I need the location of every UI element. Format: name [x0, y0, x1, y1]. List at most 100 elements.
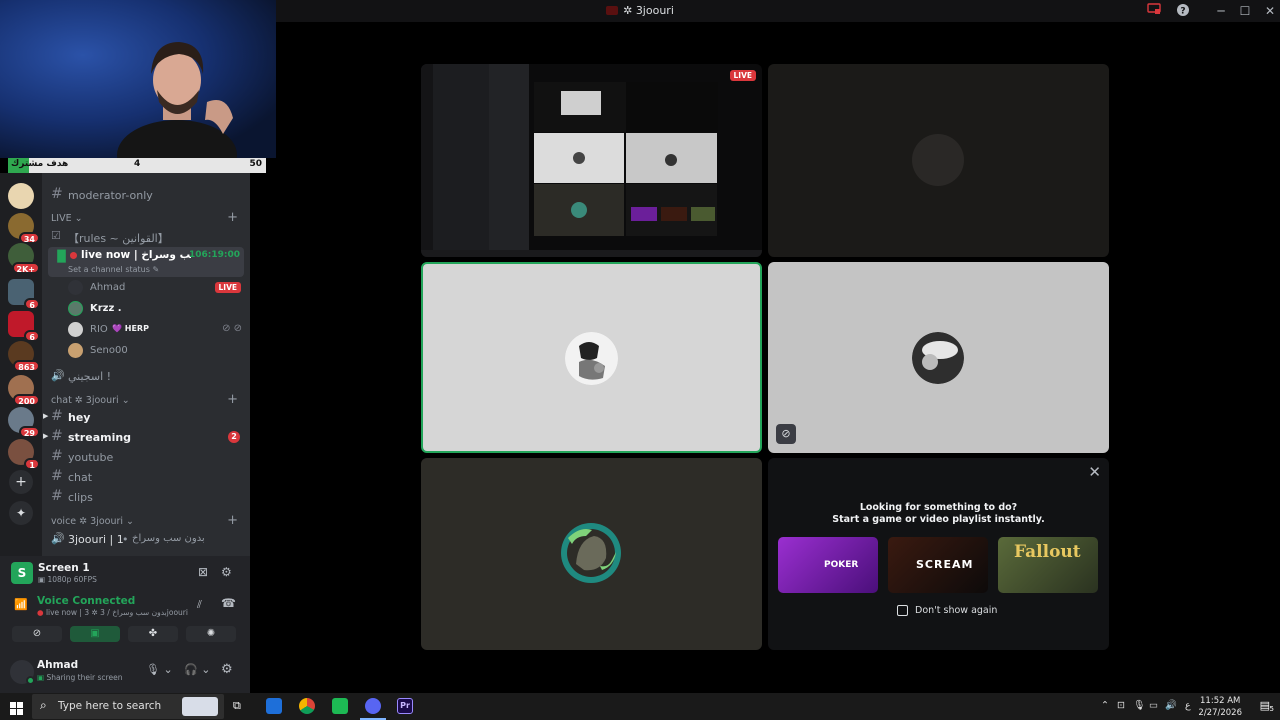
server-icon[interactable]: 2K+ [8, 243, 40, 274]
search-highlight-image [182, 697, 218, 716]
channel-label: chat [68, 471, 93, 484]
add-channel-icon[interactable]: + [227, 513, 238, 528]
server-icon[interactable]: 34 [8, 213, 40, 244]
screen-share-icon[interactable] [1146, 3, 1162, 19]
camera-button[interactable]: ⊘ [12, 626, 62, 642]
sub-goal-current: 4 [134, 159, 141, 169]
chrome-icon[interactable] [299, 698, 315, 714]
channel-sidebar: # moderator-only LIVE ⌄ + ☑ 【rules ~ الق… [42, 173, 250, 556]
stream-tile[interactable]: LIVE [421, 64, 762, 257]
activity-card-poker[interactable]: POKER [778, 537, 878, 593]
participant-tile[interactable] [421, 458, 762, 650]
participant-tile[interactable]: ⊘ [768, 262, 1109, 453]
hash-icon: # [51, 448, 63, 464]
voice-channel-3joouri[interactable]: 🔊 3joouri | 1 • بدون سب وسراخ [42, 529, 250, 549]
channel-chat[interactable]: # chat [42, 467, 250, 487]
taskbar: ⌕ Type here to search ⧉ Pr ⌃ ⊡ 🎙 ▭ 🔊 ع 1… [0, 693, 1280, 720]
voice-channel-live[interactable]: ▐▌ live now | بدون سب وسراخ 106:19:00 Se… [48, 247, 244, 277]
channel-hey[interactable]: ▶ # hey [42, 407, 250, 427]
voice-channel-stub[interactable]: 🔊 اسجيني ! [42, 366, 250, 386]
share-screen-button[interactable]: ▣ [70, 626, 120, 642]
add-channel-icon[interactable]: + [227, 210, 238, 225]
tray-expand-icon[interactable]: ⌃ [1101, 700, 1109, 711]
activity-suggestions: ✕ Looking for something to do? Start a g… [768, 458, 1109, 650]
server-icon[interactable]: 200 [8, 375, 40, 406]
voice-user[interactable]: Seno00 [68, 341, 244, 361]
voice-user[interactable]: RIO 💜 HERP ⊘ ⊘ [68, 320, 244, 340]
activity-question: Looking for something to do? [859, 502, 1018, 513]
file-explorer-icon[interactable] [266, 698, 282, 714]
microphone-icon[interactable]: 🎙 ⌄ [146, 663, 173, 676]
participant-avatar [565, 332, 618, 385]
user-panel: Ahmad ▣ Sharing their screen 🎙 ⌄ 🎧 ⌄ ⚙ [0, 654, 250, 693]
close-window-icon[interactable]: ✕ [1262, 3, 1278, 19]
server-icon[interactable]: 29 [8, 407, 40, 438]
live-dot-icon [70, 252, 77, 259]
svg-text:?: ? [1180, 7, 1185, 17]
channel-streaming[interactable]: ▶ # streaming 2 [42, 427, 250, 447]
participant-tile-speaking[interactable] [421, 262, 762, 453]
dont-show-checkbox[interactable] [897, 605, 908, 616]
help-icon[interactable]: ? [1175, 3, 1191, 19]
voice-user[interactable]: Ahmad LIVE [68, 278, 244, 298]
add-server-icon[interactable]: + [9, 470, 33, 494]
hash-icon: # [51, 468, 63, 484]
channel-clips[interactable]: # clips [42, 487, 250, 507]
channel-moderator-only[interactable]: # moderator-only [42, 185, 250, 205]
search-icon: ⌕ [40, 698, 47, 712]
language-indicator[interactable]: ع [1185, 700, 1191, 711]
network-icon[interactable]: ▭ [1149, 700, 1158, 711]
taskbar-search[interactable]: ⌕ Type here to search [32, 694, 224, 719]
task-view-icon[interactable]: ⧉ [233, 699, 241, 713]
settings-gear-icon[interactable]: ⚙ [221, 662, 233, 677]
channel-rules[interactable]: ☑ 【rules ~ القوانين】 [42, 226, 250, 246]
tray-app-icon[interactable]: ⊡ [1117, 700, 1125, 711]
close-icon[interactable]: ✕ [1088, 463, 1101, 481]
maximize-icon[interactable]: ☐ [1237, 3, 1253, 19]
sub-goal-label: هدف مشترك [11, 159, 69, 169]
notifications-icon[interactable]: ▤ 5 [1260, 699, 1274, 713]
screen-quality: ▣ 1080p 60FPS [38, 575, 97, 584]
add-channel-icon[interactable]: + [227, 392, 238, 407]
online-status-icon [26, 676, 35, 685]
unread-indicator: ▶ [43, 432, 49, 440]
set-status-link[interactable]: Set a channel status ✎ [68, 265, 159, 274]
disconnect-icon[interactable]: ☎ [221, 596, 236, 610]
minimize-icon[interactable]: ─ [1213, 3, 1229, 19]
headset-icon[interactable]: 🎧 ⌄ [184, 663, 210, 676]
user-tag: 💜 HERP [112, 324, 149, 333]
clock[interactable]: 11:52 AM 2/27/2026 [1198, 695, 1242, 719]
streamer-figure [117, 42, 237, 158]
noise-suppression-icon[interactable]: ⫽ [197, 598, 202, 612]
volume-icon[interactable]: 🔊 [1165, 700, 1177, 711]
app-icon[interactable] [332, 698, 348, 714]
discord-icon[interactable] [365, 698, 381, 714]
user-status: ▣ Sharing their screen [37, 673, 123, 682]
server-icon[interactable]: 6 [8, 279, 40, 310]
server-icon[interactable]: 1 [8, 439, 40, 470]
activity-subtitle: Start a game or video playlist instantly… [832, 514, 1045, 525]
participant-tile[interactable] [768, 64, 1109, 257]
activity-card-scream[interactable]: SCREAM [888, 537, 988, 593]
voice-active-icon: ▐▌ [53, 250, 70, 263]
server-icon[interactable]: 863 [8, 341, 40, 372]
voice-channel-path[interactable]: ● live now | 3 ✲ بدون سب وسراخ / 3joouri [37, 608, 188, 617]
stop-stream-icon[interactable]: ⊠ [198, 565, 208, 579]
server-icon[interactable]: 6 [8, 311, 40, 342]
camera-off-icon[interactable]: ⊘ [776, 424, 796, 444]
premiere-pro-icon[interactable]: Pr [397, 698, 413, 714]
category-voice[interactable]: voice ✲ 3joouri ⌄ + [42, 511, 250, 531]
category-live[interactable]: LIVE ⌄ + [42, 208, 250, 228]
sub-goal-bar: هدف مشترك 4 50 [8, 158, 266, 173]
channel-youtube[interactable]: # youtube [42, 447, 250, 467]
discover-icon[interactable]: ✦ [9, 501, 33, 525]
windows-start-icon[interactable] [10, 700, 23, 715]
dont-show-label: Don't show again [915, 605, 998, 616]
soundboard-button[interactable]: ✺ [186, 626, 236, 642]
tray-mic-icon[interactable]: 🎙 [1133, 700, 1145, 711]
activity-card-fallout[interactable]: Fallout [998, 537, 1098, 593]
activities-button[interactable]: ✤ [128, 626, 178, 642]
stream-settings-icon[interactable]: ⚙ [221, 565, 232, 579]
server-icon[interactable] [8, 183, 34, 209]
voice-user[interactable]: Krzz . [68, 299, 244, 319]
